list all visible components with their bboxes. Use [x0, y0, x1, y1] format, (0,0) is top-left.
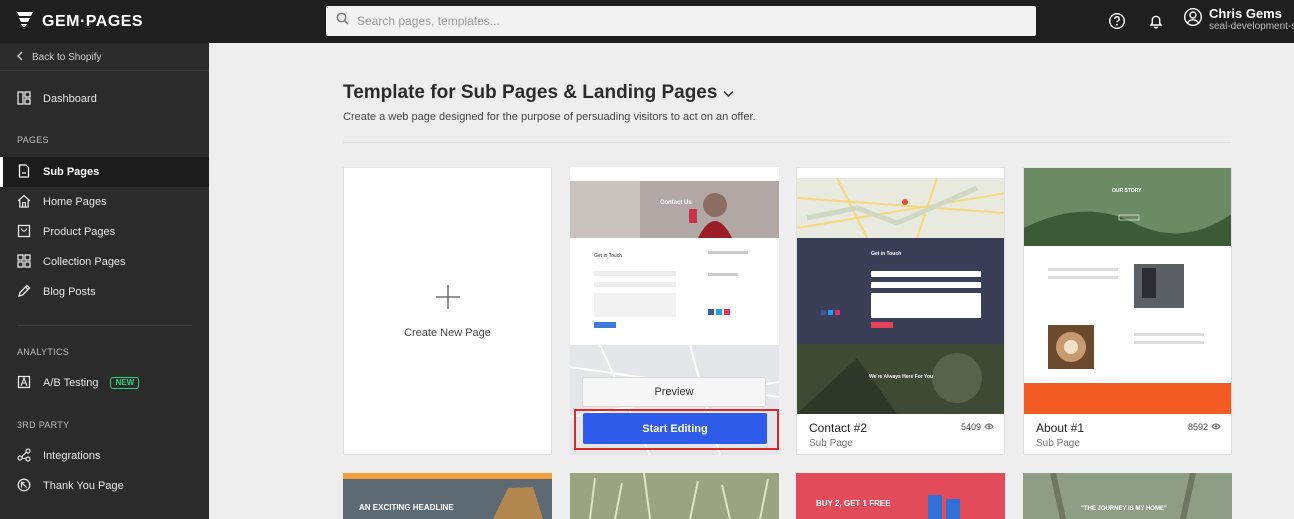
sidebar-item-thank-you-page[interactable]: Thank You Page [0, 471, 209, 501]
page-title[interactable]: Template for Sub Pages & Landing Pages [343, 82, 734, 104]
collection-pages-label: Collection Pages [43, 256, 126, 268]
search-bar[interactable] [326, 6, 1036, 36]
template-card-about-1[interactable]: OUR STORY About #1 Sub Page 8592 [1023, 167, 1232, 455]
template-card-row2-4[interactable]: "THE JOURNEY IS MY HOME" [1023, 473, 1232, 519]
top-bar: GEM·PAGES Chris Gems seal-development-s [0, 0, 1294, 43]
user-menu[interactable]: Chris Gems seal-development-s [1183, 7, 1294, 33]
start-editing-button[interactable]: Start Editing [583, 413, 767, 444]
ab-test-icon [17, 375, 31, 392]
back-label: Back to Shopify [32, 52, 102, 63]
sidebar-item-blog-posts[interactable]: Blog Posts [0, 277, 209, 307]
template-card-row2-1[interactable]: AN EXCITING HEADLINE [343, 473, 552, 519]
home-pages-label: Home Pages [43, 196, 107, 208]
thank-you-label: Thank You Page [43, 480, 124, 492]
integrations-label: Integrations [43, 450, 101, 462]
chevron-left-icon [16, 51, 24, 64]
divider [343, 142, 1231, 143]
template-card-contact-2[interactable]: Get in Touch We're Always Here For You C… [796, 167, 1005, 455]
main-content: Template for Sub Pages & Landing Pages C… [209, 43, 1294, 519]
new-badge: NEW [110, 377, 140, 389]
eye-icon [984, 422, 994, 432]
sidebar-item-ab-testing[interactable]: A/B Testing NEW [0, 368, 209, 398]
ab-testing-label: A/B Testing [43, 377, 99, 389]
template-card-row2-2[interactable] [570, 473, 779, 519]
card-type: Sub Page [809, 438, 853, 449]
back-to-shopify-link[interactable]: Back to Shopify [16, 51, 101, 64]
thumb-get-in-touch-2: Get in Touch [871, 251, 902, 257]
sidebar-item-integrations[interactable]: Integrations [0, 441, 209, 471]
logo-text: GEM·PAGES [42, 12, 144, 30]
user-store: seal-development-s [1209, 21, 1294, 32]
gempages-logo[interactable]: GEM·PAGES [16, 11, 143, 32]
view-count-value: 5409 [960, 422, 981, 432]
template-card-row2-3[interactable]: BUY 2, GET 1 FREE [796, 473, 1005, 519]
search-input[interactable] [357, 14, 997, 28]
sidebar-item-product-pages[interactable]: Product Pages [0, 217, 209, 247]
help-circle-icon[interactable] [1108, 12, 1126, 30]
view-count-value: 8592 [1187, 422, 1208, 432]
grid-icon [17, 253, 31, 271]
thumb-were-here: We're Always Here For You [869, 374, 934, 380]
product-icon [17, 224, 31, 241]
template-thumbnail: OUR STORY [1024, 168, 1231, 414]
thumb-buy2: BUY 2, GET 1 FREE [816, 499, 891, 508]
home-icon [17, 194, 31, 211]
plus-icon [435, 284, 461, 315]
search-icon [336, 12, 349, 30]
integrations-icon [17, 447, 31, 465]
dashboard-label: Dashboard [43, 93, 97, 105]
sub-pages-label: Sub Pages [43, 166, 100, 178]
chevron-down-icon [723, 82, 734, 104]
section-pages: PAGES [17, 135, 49, 145]
divider [0, 70, 209, 71]
template-thumbnail: Get in Touch We're Always Here For You [797, 168, 1004, 414]
sidebar-item-home-pages[interactable]: Home Pages [0, 187, 209, 217]
page-subtitle: Create a web page designed for the purpo… [343, 111, 756, 123]
dashboard-icon [17, 90, 31, 108]
start-editing-highlight: Start Editing [574, 409, 779, 450]
section-analytics: ANALYTICS [17, 347, 70, 357]
thank-you-icon [17, 478, 31, 495]
logo-icon [16, 11, 34, 32]
thumb-get-in-touch: Get in Touch [594, 253, 622, 259]
user-name: Chris Gems [1209, 6, 1282, 21]
thumb-journey: "THE JOURNEY IS MY HOME" [1081, 506, 1167, 512]
card-title: About #1 [1036, 421, 1085, 435]
user-avatar-icon [1183, 7, 1203, 32]
sidebar-item-sub-pages[interactable]: Sub Pages [0, 157, 209, 187]
blog-posts-label: Blog Posts [43, 286, 96, 298]
preview-button[interactable]: Preview [582, 377, 766, 407]
sidebar: Back to Shopify Dashboard PAGES Sub Page… [0, 43, 209, 519]
sidebar-item-dashboard[interactable]: Dashboard [0, 84, 209, 114]
divider [17, 325, 192, 326]
thumb-exciting-headline: AN EXCITING HEADLINE [359, 503, 454, 512]
pen-icon [17, 284, 31, 301]
card-title: Contact #2 [809, 421, 868, 435]
product-pages-label: Product Pages [43, 226, 116, 238]
template-card-hovered[interactable]: Contact Us Get in Touch Preview Start Ed… [570, 167, 779, 455]
thumb-contact-us: Contact Us [660, 200, 692, 206]
view-count: 8592 [1188, 422, 1221, 432]
eye-icon [1211, 422, 1221, 432]
card-type: Sub Page [1036, 438, 1080, 449]
thumb-our-story: OUR STORY [1112, 188, 1142, 194]
view-count: 5409 [961, 422, 994, 432]
page-icon [17, 163, 31, 181]
create-new-page-card[interactable]: Create New Page [343, 167, 552, 455]
section-third-party: 3RD PARTY [17, 420, 70, 430]
create-new-page-label: Create New Page [404, 326, 491, 339]
page-title-text: Template for Sub Pages & Landing Pages [343, 82, 718, 103]
bell-icon[interactable] [1147, 12, 1165, 30]
sidebar-item-collection-pages[interactable]: Collection Pages [0, 247, 209, 277]
